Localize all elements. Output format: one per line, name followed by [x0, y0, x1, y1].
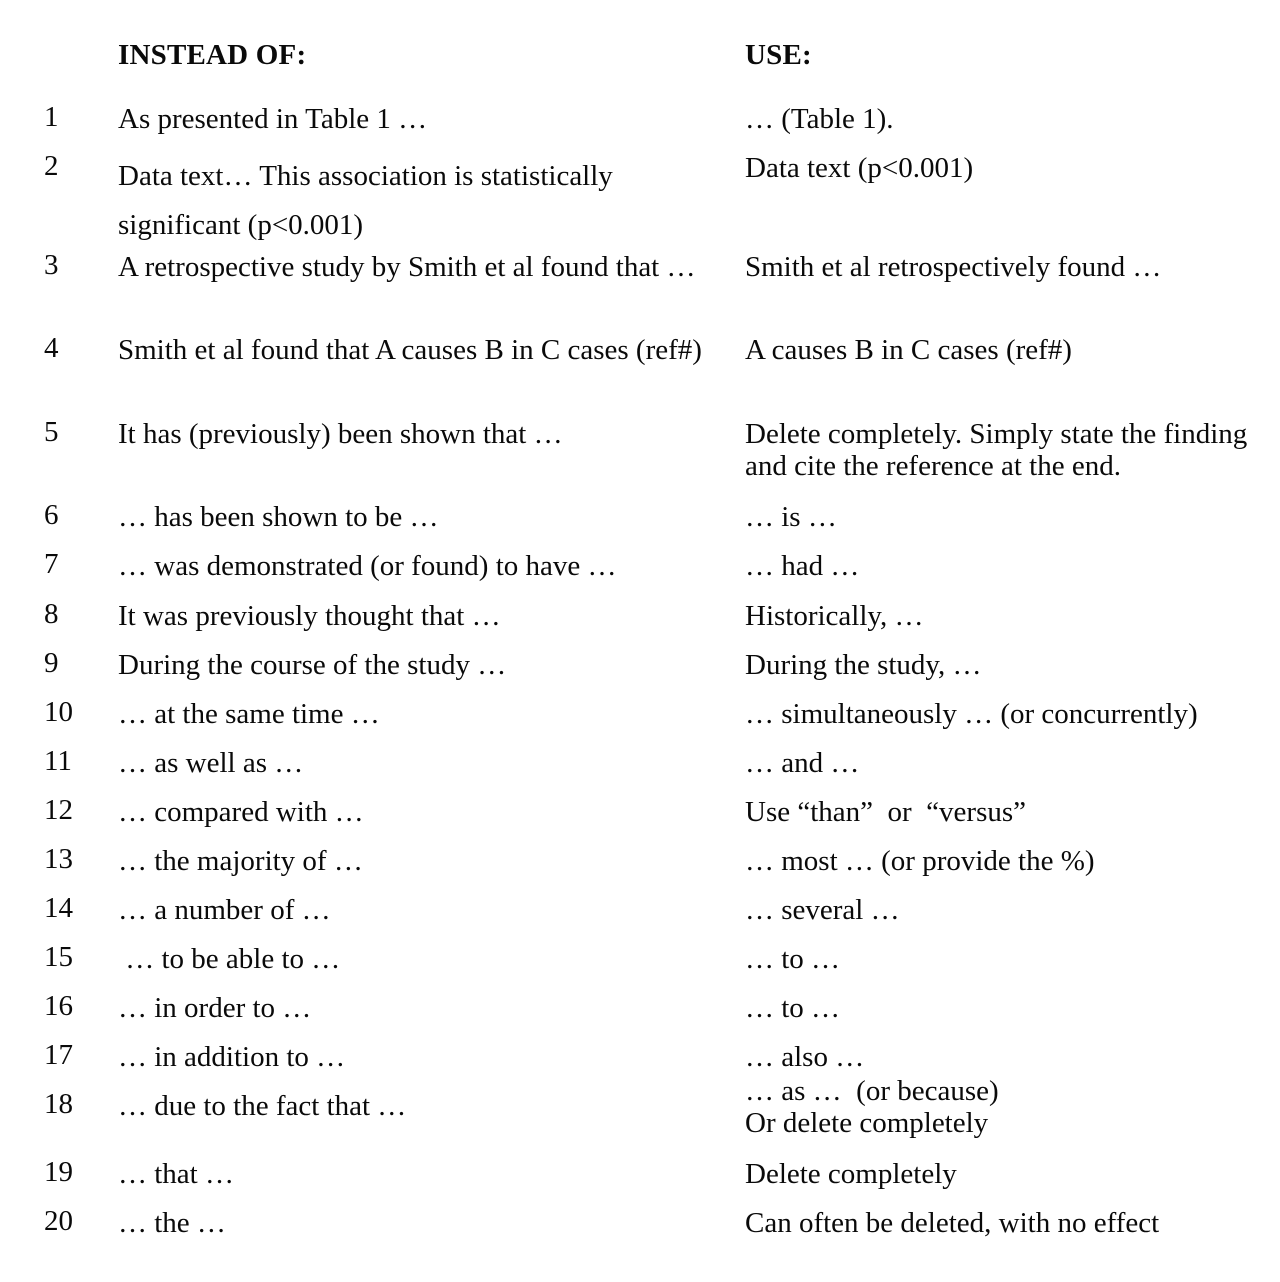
row-number: 4: [44, 332, 59, 364]
use-text: … as … (or because) Or delete completely: [745, 1075, 999, 1140]
row-number: 10: [44, 696, 73, 728]
use-text: Delete completely. Simply state the find…: [745, 418, 1255, 483]
use-text: … simultaneously … (or concurrently): [745, 698, 1198, 730]
row-number: 3: [44, 249, 59, 281]
row-number: 1: [44, 101, 59, 133]
instead-of-text: During the course of the study …: [118, 649, 507, 681]
instead-of-text: … has been shown to be …: [118, 501, 439, 533]
instead-of-text: A retrospective study by Smith et al fou…: [118, 251, 696, 283]
row-number: 13: [44, 843, 73, 875]
document-page: INSTEAD OF: USE: 1 As presented in Table…: [0, 0, 1280, 1282]
row-number: 18: [44, 1088, 73, 1120]
row-number: 11: [44, 745, 72, 777]
instead-of-text: It was previously thought that …: [118, 600, 501, 632]
row-number: 5: [44, 416, 59, 448]
row-number: 16: [44, 990, 73, 1022]
use-text: … also …: [745, 1041, 865, 1073]
column-header-instead-of: INSTEAD OF:: [118, 39, 307, 71]
instead-of-text: Data text… This association is statistic…: [118, 160, 621, 242]
instead-of-text: … a number of …: [118, 894, 331, 926]
use-text: Historically, …: [745, 600, 924, 632]
row-number: 15: [44, 941, 73, 973]
row-number: 2: [44, 150, 59, 182]
row-number: 7: [44, 548, 59, 580]
instead-of-text: … was demonstrated (or found) to have …: [118, 550, 617, 582]
use-text: Can often be deleted, with no effect: [745, 1207, 1160, 1239]
instead-of-text: … the majority of …: [118, 845, 363, 877]
instead-of-text: … that …: [118, 1158, 234, 1190]
instead-of-text: … in addition to …: [118, 1041, 346, 1073]
use-text: Smith et al retrospectively found …: [745, 251, 1162, 283]
use-text: … is …: [745, 501, 837, 533]
instead-of-text: Smith et al found that A causes B in C c…: [118, 334, 702, 366]
row-number: 12: [44, 794, 73, 826]
instead-of-text: … to be able to …: [118, 943, 341, 975]
instead-of-text: … as well as …: [118, 747, 304, 779]
use-text: … several …: [745, 894, 900, 926]
use-text: … most … (or provide the %): [745, 845, 1095, 877]
row-number: 19: [44, 1156, 73, 1188]
instead-of-text: … the …: [118, 1207, 226, 1239]
use-text: … (Table 1).: [745, 103, 894, 135]
row-number: 8: [44, 598, 59, 630]
use-text: During the study, …: [745, 649, 982, 681]
row-number: 6: [44, 499, 59, 531]
use-text: A causes B in C cases (ref#): [745, 334, 1072, 366]
column-header-use: USE:: [745, 39, 812, 71]
instead-of-text: … in order to …: [118, 992, 312, 1024]
use-text: Use “than” or “versus”: [745, 796, 1027, 828]
use-text: … to …: [745, 992, 841, 1024]
row-number: 14: [44, 892, 73, 924]
instead-of-text: It has (previously) been shown that …: [118, 418, 563, 450]
instead-of-text: As presented in Table 1 …: [118, 103, 428, 135]
use-text: Data text (p<0.001): [745, 152, 974, 184]
row-number: 17: [44, 1039, 73, 1071]
use-text: … and …: [745, 747, 860, 779]
instead-of-text: … compared with …: [118, 796, 364, 828]
row-number: 9: [44, 647, 59, 679]
use-text: … had …: [745, 550, 860, 582]
row-number: 20: [44, 1205, 73, 1237]
instead-of-text: … due to the fact that …: [118, 1090, 407, 1122]
use-text: Delete completely: [745, 1158, 957, 1190]
instead-of-text: … at the same time …: [118, 698, 380, 730]
use-text: … to …: [745, 943, 841, 975]
